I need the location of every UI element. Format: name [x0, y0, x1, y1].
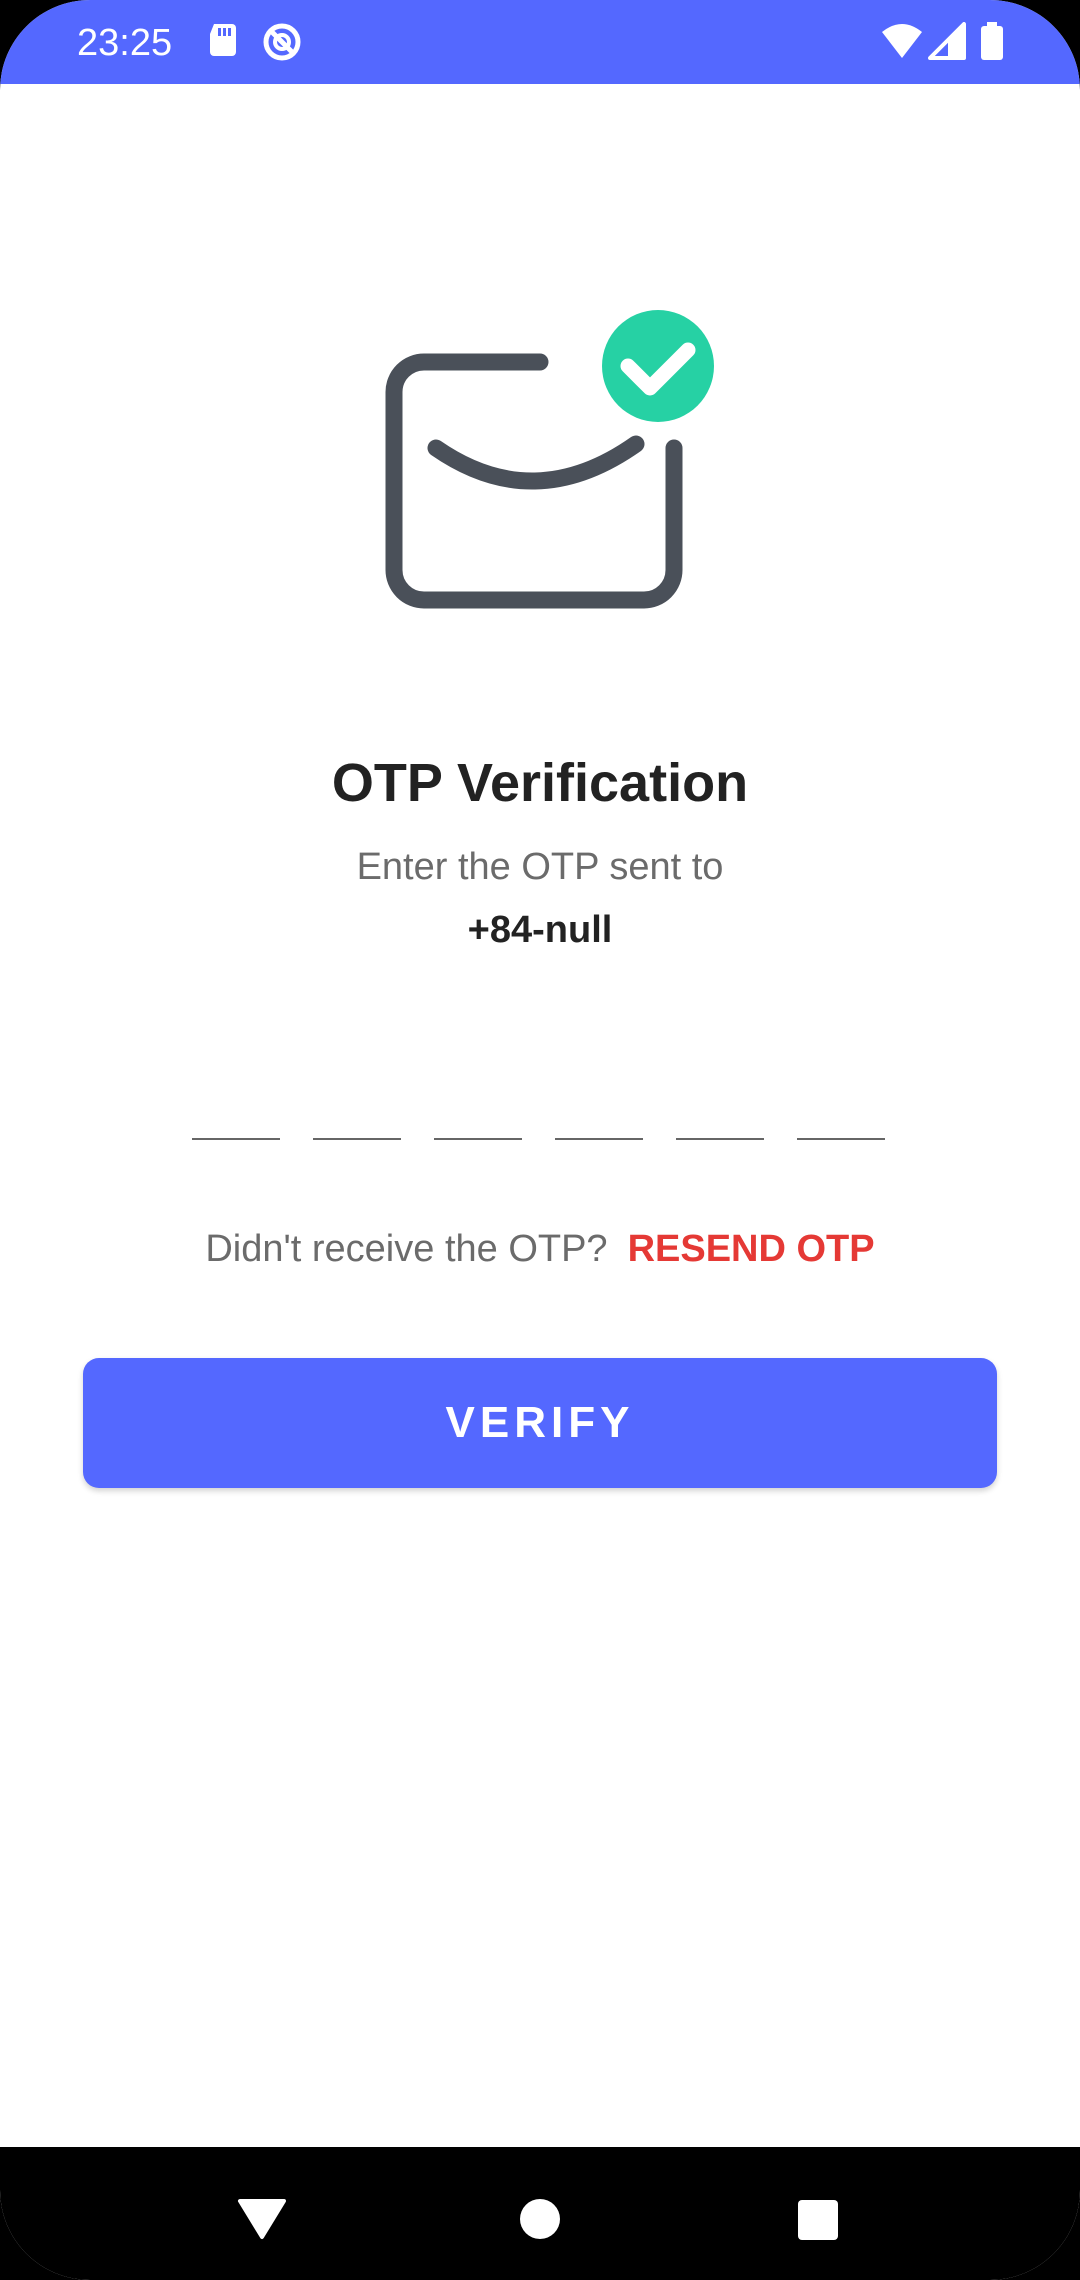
- otp-digit-3[interactable]: [434, 1090, 522, 1140]
- otp-instructions: Enter the OTP sent to: [356, 846, 724, 888]
- verify-button[interactable]: VERIFY: [83, 1358, 997, 1488]
- battery-icon: [980, 22, 1004, 65]
- resend-row: Didn't receive the OTP? RESEND OTP: [0, 1224, 1080, 1274]
- sync-icon: [262, 22, 302, 67]
- phone-number: +84-null: [467, 909, 613, 951]
- envelope-check-icon: [380, 300, 720, 620]
- page-title: OTP Verification: [331, 753, 749, 813]
- otp-screen: 23:25 OTP Verification Enter the OTP sen…: [0, 0, 1080, 2280]
- resend-otp-link[interactable]: RESEND OTP: [628, 1228, 875, 1270]
- resend-prompt: Didn't receive the OTP?: [205, 1228, 608, 1270]
- signal-icon: [928, 22, 968, 65]
- status-time: 23:25: [77, 22, 173, 64]
- otp-input-group: [192, 1090, 892, 1140]
- otp-digit-6[interactable]: [797, 1090, 885, 1140]
- recents-icon[interactable]: [788, 2187, 848, 2247]
- otp-digit-5[interactable]: [676, 1090, 764, 1140]
- status-bar: 23:25: [0, 0, 1080, 84]
- back-icon[interactable]: [232, 2187, 292, 2247]
- sd-card-icon: [208, 22, 238, 63]
- navigation-bar: [0, 2147, 1080, 2280]
- wifi-icon: [880, 22, 924, 65]
- otp-digit-1[interactable]: [192, 1090, 280, 1140]
- otp-digit-2[interactable]: [313, 1090, 401, 1140]
- otp-digit-4[interactable]: [555, 1090, 643, 1140]
- home-icon[interactable]: [510, 2187, 570, 2247]
